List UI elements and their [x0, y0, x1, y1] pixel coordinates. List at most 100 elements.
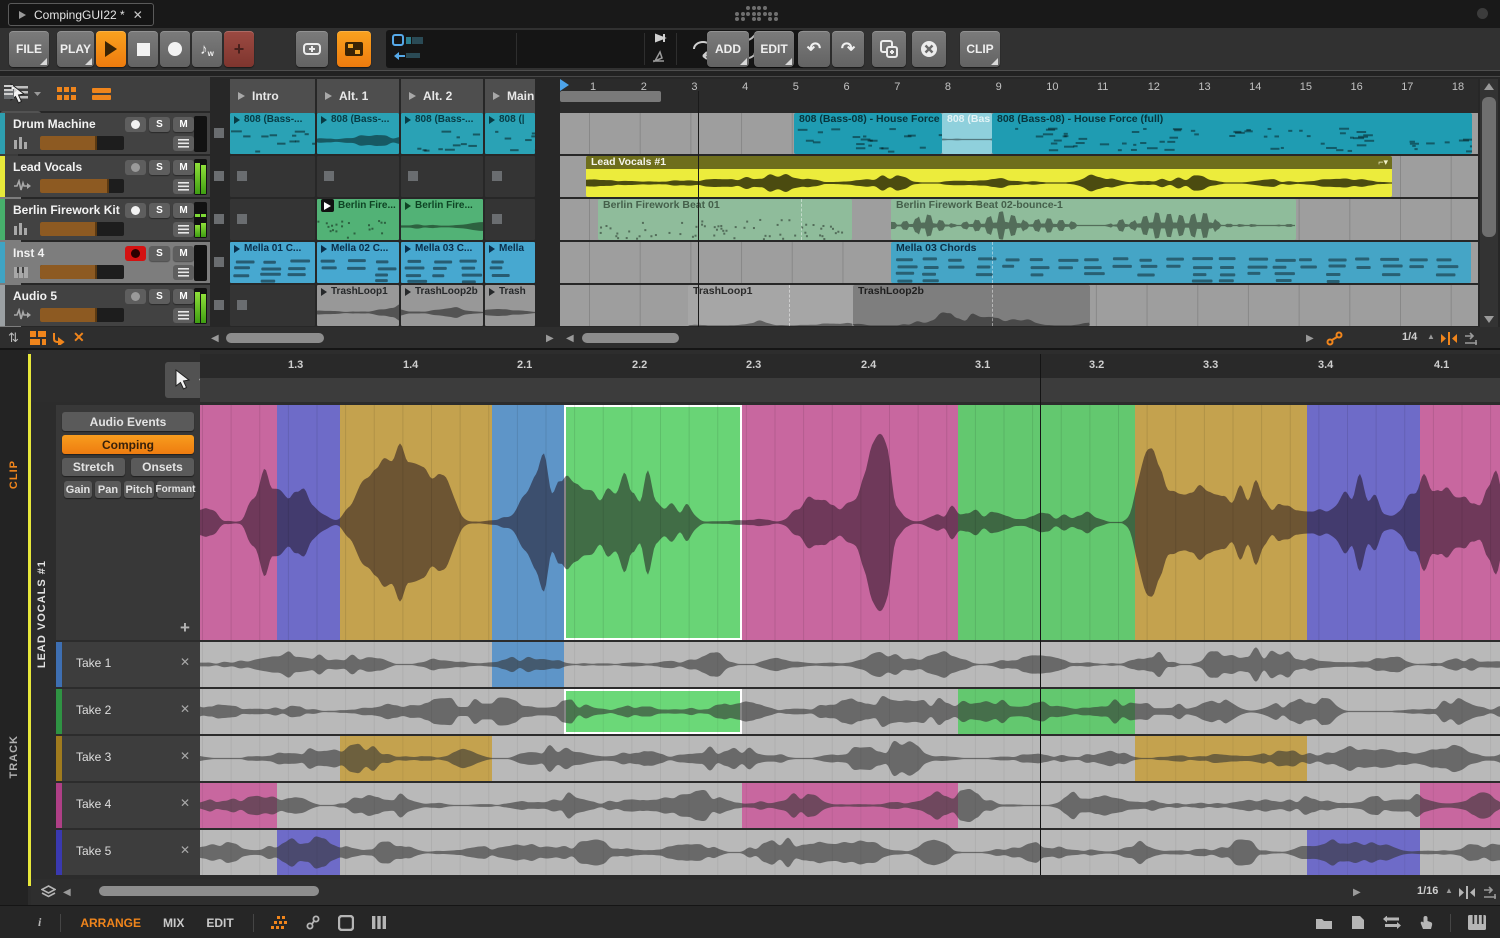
- crossfade-icon[interactable]: ⇅: [8, 330, 19, 346]
- take-lane-1[interactable]: [200, 642, 1500, 687]
- clip-cell[interactable]: Mella 01 C...: [230, 242, 315, 283]
- remove-take-icon[interactable]: ✕: [180, 655, 190, 669]
- audio-events-button[interactable]: Audio Events: [62, 412, 194, 431]
- arm-button[interactable]: [125, 289, 146, 304]
- edit-button[interactable]: EDIT: [754, 31, 794, 67]
- arranger-hscroll-thumb[interactable]: [582, 333, 679, 343]
- stop-button[interactable]: [128, 31, 158, 67]
- clip-cell[interactable]: [485, 156, 535, 197]
- clip-cell[interactable]: [485, 199, 535, 240]
- clip-tab[interactable]: CLIP: [8, 460, 20, 489]
- quantize-record-button[interactable]: ♪w: [192, 31, 222, 67]
- remove-take-icon[interactable]: ✕: [180, 796, 190, 810]
- pitch-button[interactable]: Pitch: [124, 481, 154, 498]
- track-menu-button[interactable]: [173, 265, 194, 280]
- tab-mix[interactable]: MIX: [163, 916, 184, 930]
- clip-cell[interactable]: [317, 156, 399, 197]
- follow-playhead-icon[interactable]: [52, 331, 67, 345]
- record-button[interactable]: [160, 31, 190, 67]
- arm-button[interactable]: [125, 203, 146, 218]
- track-header-inst-4[interactable]: Inst 4SM: [0, 242, 210, 283]
- take-lane-5[interactable]: [200, 830, 1500, 875]
- play-button[interactable]: [96, 31, 126, 67]
- scene-header-alt-2[interactable]: Alt. 2: [401, 79, 483, 113]
- comp-ruler[interactable]: 1.31.42.12.22.32.43.13.23.33.44.1: [200, 354, 1500, 378]
- take-lane-2[interactable]: [200, 689, 1500, 734]
- pan-button[interactable]: Pan: [95, 481, 121, 498]
- arr-hscroll-left-icon[interactable]: ◀: [566, 333, 574, 344]
- hscroll-left-icon[interactable]: ◀: [211, 333, 219, 344]
- io-swap-icon[interactable]: [1383, 916, 1401, 929]
- link-icon[interactable]: [306, 915, 320, 930]
- arranger-vscrollbar[interactable]: [1480, 79, 1498, 327]
- duplicate-button[interactable]: [872, 31, 906, 67]
- comp-hscroll-thumb[interactable]: [99, 886, 319, 896]
- track-tab[interactable]: TRACK: [8, 735, 20, 779]
- track-menu-button[interactable]: [173, 136, 194, 151]
- arranger-clip[interactable]: 808 (Bass-08) - House Force (: [794, 113, 942, 154]
- add-take-button[interactable]: +: [180, 618, 190, 638]
- track-menu-button[interactable]: [173, 222, 194, 237]
- clip-cell[interactable]: [230, 199, 315, 240]
- comp-adaptive-grid-icon[interactable]: [1483, 885, 1497, 899]
- launcher-overdub-button[interactable]: [296, 31, 328, 67]
- mute-button[interactable]: M: [173, 203, 194, 218]
- comp-lane[interactable]: [200, 405, 1500, 640]
- arranger-clip[interactable]: Berlin Firework Beat 02-bounce-1: [891, 199, 1296, 240]
- comping-button[interactable]: Comping: [62, 435, 194, 454]
- tab-arrange[interactable]: ARRANGE: [80, 916, 141, 930]
- clip-cell[interactable]: TrashLoop2b: [401, 285, 483, 326]
- comp-grid-value[interactable]: 1/16: [1417, 885, 1438, 897]
- tab-edit[interactable]: EDIT: [206, 916, 233, 930]
- comp-scroll-right-icon[interactable]: ▶: [1353, 887, 1361, 898]
- arranger-clip[interactable]: TrashLoop2b: [853, 285, 1090, 326]
- play-menu-button[interactable]: PLAY: [57, 31, 94, 67]
- touch-hand-icon[interactable]: [1419, 915, 1433, 930]
- vscroll-thumb[interactable]: [1482, 97, 1496, 237]
- onsets-button[interactable]: Onsets: [131, 458, 194, 476]
- remove-take-icon[interactable]: ✕: [180, 702, 190, 716]
- arranger-stop-button[interactable]: [214, 128, 224, 138]
- solo-button[interactable]: S: [149, 289, 170, 304]
- clip-cell[interactable]: Mella: [485, 242, 535, 283]
- clip-cell[interactable]: 808 (Bass-...: [317, 113, 399, 154]
- loop-toggle-icons[interactable]: [391, 32, 425, 66]
- solo-button[interactable]: S: [149, 203, 170, 218]
- volume-slider[interactable]: [40, 265, 124, 279]
- hscroll-right-icon[interactable]: ▶: [546, 333, 554, 344]
- take-header-2[interactable]: Take 2✕: [56, 689, 200, 734]
- scene-header-alt-1[interactable]: Alt. 1: [317, 79, 399, 113]
- arm-button[interactable]: [125, 117, 146, 132]
- close-project-icon[interactable]: ✕: [133, 8, 143, 22]
- track-header-lead-vocals[interactable]: Lead VocalsSM: [0, 156, 210, 197]
- arranger-stop-button[interactable]: [214, 171, 224, 181]
- arranger-stop-button[interactable]: [214, 257, 224, 267]
- show-launcher-icon[interactable]: [57, 86, 77, 102]
- remove-take-icon[interactable]: ✕: [180, 749, 190, 763]
- formant-button[interactable]: Formant: [157, 481, 194, 498]
- clip-cell[interactable]: Mella 03 C...: [401, 242, 483, 283]
- mute-button[interactable]: M: [173, 117, 194, 132]
- take-lane-3[interactable]: [200, 736, 1500, 781]
- arranger-clip[interactable]: 808 (Bass-08) - House Force (full): [992, 113, 1472, 154]
- take-header-5[interactable]: Take 5✕: [56, 830, 200, 875]
- gain-button[interactable]: Gain: [64, 481, 92, 498]
- stretch-button[interactable]: Stretch: [62, 458, 125, 476]
- info-icon[interactable]: i: [38, 915, 41, 930]
- remove-take-icon[interactable]: ✕: [180, 843, 190, 857]
- clip-button[interactable]: CLIP: [960, 31, 1000, 67]
- clip-cell[interactable]: [230, 156, 315, 197]
- comp-grid-menu-icon[interactable]: ▲: [1445, 886, 1453, 895]
- mute-button[interactable]: M: [173, 289, 194, 304]
- project-folder-icon[interactable]: [1315, 916, 1333, 930]
- volume-slider[interactable]: [40, 222, 124, 236]
- redo-button[interactable]: ↷: [832, 31, 864, 67]
- clip-cell[interactable]: [401, 156, 483, 197]
- mute-button[interactable]: M: [173, 160, 194, 175]
- volume-slider[interactable]: [40, 136, 124, 150]
- clip-cell[interactable]: Berlin Fire...: [401, 199, 483, 240]
- launcher-hscroll-thumb[interactable]: [226, 333, 324, 343]
- grid-menu-icon[interactable]: ▲: [1427, 332, 1435, 341]
- take-header-1[interactable]: Take 1✕: [56, 642, 200, 687]
- clip-cell[interactable]: Trash: [485, 285, 535, 326]
